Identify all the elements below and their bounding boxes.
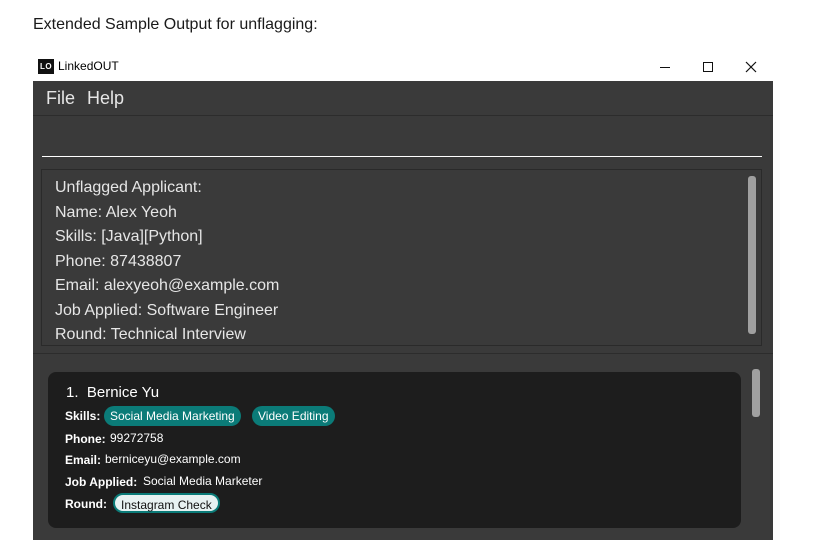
result-display: Unflagged Applicant: Name: Alex Yeoh Ski… [41, 169, 762, 346]
menu-file[interactable]: File [46, 88, 75, 109]
app-logo-icon: LO [38, 59, 54, 74]
result-line: Job Applied: Software Engineer [55, 302, 279, 319]
title-bar: LO LinkedOUT [33, 52, 773, 81]
round-tag: Instagram Check [113, 493, 220, 513]
job-applied-label: Job Applied: [65, 475, 138, 489]
result-line: Skills: [Java][Python] [55, 228, 203, 245]
applicant-card[interactable]: 1. Bernice Yu Skills: Social Media Marke… [48, 372, 741, 528]
applicant-list: 1. Bernice Yu Skills: Social Media Marke… [33, 353, 773, 540]
close-button[interactable] [729, 52, 773, 81]
maximize-icon [703, 61, 713, 72]
minimize-icon [660, 66, 670, 68]
result-line: Email: alexyeoh@example.com [55, 277, 280, 294]
caption-text: Extended Sample Output for unflagging: [33, 16, 318, 33]
round-label: Round: [65, 497, 107, 511]
menu-bar: File Help [33, 81, 773, 116]
skill-tag: Social Media Marketing [104, 406, 241, 426]
result-line: Name: Alex Yeoh [55, 204, 177, 221]
app-window: LO LinkedOUT File Help Unflagged Applica… [33, 52, 773, 540]
window-title: LinkedOUT [58, 59, 119, 73]
result-line: Unflagged Applicant: [55, 179, 202, 196]
job-applied-value: Social Media Marketer [143, 474, 263, 488]
email-label: Email: [65, 453, 102, 467]
result-scrollbar-thumb[interactable] [748, 176, 756, 334]
minimize-button[interactable] [643, 52, 687, 81]
applicant-name: Bernice Yu [86, 384, 160, 401]
close-icon [745, 61, 757, 72]
list-scrollbar-thumb[interactable] [752, 369, 760, 417]
phone-value: 99272758 [110, 431, 164, 445]
applicant-index: 1. [66, 384, 79, 401]
skills-label: Skills: [65, 409, 101, 423]
skill-tag: Video Editing [252, 406, 335, 426]
maximize-button[interactable] [686, 52, 730, 81]
command-input[interactable] [42, 122, 762, 157]
email-value: berniceyu@example.com [105, 452, 241, 466]
result-line: Phone: 87438807 [55, 253, 182, 270]
applicant-name-row: 1. Bernice Yu [66, 384, 159, 401]
phone-label: Phone: [65, 432, 106, 446]
menu-help[interactable]: Help [87, 88, 124, 109]
result-line: Round: Technical Interview [55, 326, 246, 343]
